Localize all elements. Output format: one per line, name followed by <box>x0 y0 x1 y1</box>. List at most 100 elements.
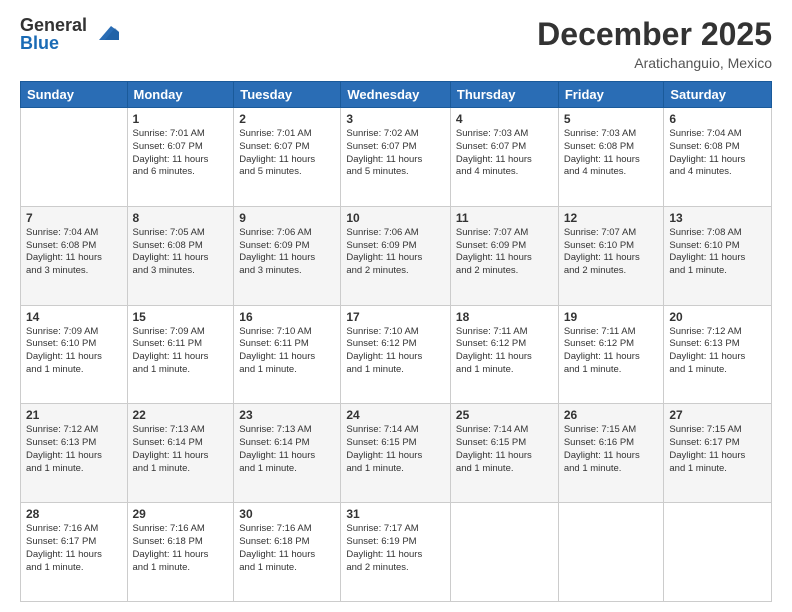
day-info: Sunrise: 7:06 AM Sunset: 6:09 PM Dayligh… <box>346 227 445 278</box>
day-cell: 26 Sunrise: 7:15 AM Sunset: 6:16 PM Dayli… <box>558 404 664 503</box>
logo-icon <box>91 18 119 46</box>
day-number: 12 <box>564 211 659 225</box>
day-number: 30 <box>239 507 335 521</box>
title-block: December 2025 Aratichanguio, Mexico <box>537 16 772 71</box>
col-header-monday: Monday <box>127 82 234 108</box>
day-info: Sunrise: 7:17 AM Sunset: 6:19 PM Dayligh… <box>346 523 445 574</box>
day-number: 18 <box>456 310 553 324</box>
day-cell: 19Sunrise: 7:11 AM Sunset: 6:12 PM Dayli… <box>558 305 664 404</box>
day-cell: 23Sunrise: 7:13 AM Sunset: 6:14 PM Dayli… <box>234 404 341 503</box>
day-cell <box>21 108 128 207</box>
day-info: Sunrise: 7:05 AM Sunset: 6:08 PM Dayligh… <box>133 227 229 278</box>
day-number: 28 <box>26 507 122 521</box>
day-info: Sunrise: 7:15 AM Sunset: 6:16 PM Dayligh… <box>564 424 659 475</box>
day-number: 31 <box>346 507 445 521</box>
day-number: 11 <box>456 211 553 225</box>
day-number: 1 <box>133 112 229 126</box>
day-info: Sunrise: 7:11 AM Sunset: 6:12 PM Dayligh… <box>456 326 553 377</box>
day-number: 9 <box>239 211 335 225</box>
col-header-saturday: Saturday <box>664 82 772 108</box>
day-cell <box>450 503 558 602</box>
col-header-sunday: Sunday <box>21 82 128 108</box>
day-number: 22 <box>133 408 229 422</box>
day-cell: 22 Sunrise: 7:13 AM Sunset: 6:14 PM Dayli… <box>127 404 234 503</box>
day-info: Sunrise: 7:14 AM Sunset: 6:15 PM Dayligh… <box>346 424 445 475</box>
day-info: Sunrise: 7:16 AM Sunset: 6:18 PM Dayligh… <box>239 523 335 574</box>
day-cell: 8Sunrise: 7:05 AM Sunset: 6:08 PM Daylig… <box>127 206 234 305</box>
calendar-header-row: SundayMondayTuesdayWednesdayThursdayFrid… <box>21 82 772 108</box>
day-number: 16 <box>239 310 335 324</box>
location: Aratichanguio, Mexico <box>537 55 772 71</box>
logo: General Blue <box>20 16 119 52</box>
day-cell: 17 Sunrise: 7:10 AM Sunset: 6:12 PM Dayli… <box>341 305 451 404</box>
day-number: 19 <box>564 310 659 324</box>
day-info: Sunrise: 7:03 AM Sunset: 6:07 PM Dayligh… <box>456 128 553 179</box>
day-info: Sunrise: 7:07 AM Sunset: 6:09 PM Dayligh… <box>456 227 553 278</box>
day-info: Sunrise: 7:07 AM Sunset: 6:10 PM Dayligh… <box>564 227 659 278</box>
day-info: Sunrise: 7:12 AM Sunset: 6:13 PM Dayligh… <box>26 424 122 475</box>
day-cell: 10 Sunrise: 7:06 AM Sunset: 6:09 PM Dayli… <box>341 206 451 305</box>
day-cell: 6 Sunrise: 7:04 AM Sunset: 6:08 PM Daylig… <box>664 108 772 207</box>
day-cell: 30 Sunrise: 7:16 AM Sunset: 6:18 PM Dayli… <box>234 503 341 602</box>
day-info: Sunrise: 7:10 AM Sunset: 6:12 PM Dayligh… <box>346 326 445 377</box>
col-header-friday: Friday <box>558 82 664 108</box>
day-cell: 21Sunrise: 7:12 AM Sunset: 6:13 PM Dayli… <box>21 404 128 503</box>
day-cell: 14Sunrise: 7:09 AM Sunset: 6:10 PM Dayli… <box>21 305 128 404</box>
day-cell: 4Sunrise: 7:03 AM Sunset: 6:07 PM Daylig… <box>450 108 558 207</box>
day-cell: 16Sunrise: 7:10 AM Sunset: 6:11 PM Dayli… <box>234 305 341 404</box>
day-cell: 31 Sunrise: 7:17 AM Sunset: 6:19 PM Dayli… <box>341 503 451 602</box>
day-cell <box>664 503 772 602</box>
day-cell: 28 Sunrise: 7:16 AM Sunset: 6:17 PM Dayli… <box>21 503 128 602</box>
day-number: 10 <box>346 211 445 225</box>
day-number: 15 <box>133 310 229 324</box>
day-info: Sunrise: 7:16 AM Sunset: 6:18 PM Dayligh… <box>133 523 229 574</box>
day-number: 20 <box>669 310 766 324</box>
day-cell: 11 Sunrise: 7:07 AM Sunset: 6:09 PM Dayli… <box>450 206 558 305</box>
month-title: December 2025 <box>537 16 772 53</box>
day-info: Sunrise: 7:06 AM Sunset: 6:09 PM Dayligh… <box>239 227 335 278</box>
day-cell: 29Sunrise: 7:16 AM Sunset: 6:18 PM Dayli… <box>127 503 234 602</box>
week-row-4: 21Sunrise: 7:12 AM Sunset: 6:13 PM Dayli… <box>21 404 772 503</box>
day-number: 2 <box>239 112 335 126</box>
week-row-1: 1 Sunrise: 7:01 AM Sunset: 6:07 PM Daylig… <box>21 108 772 207</box>
logo-general: General <box>20 16 87 34</box>
day-cell: 9 Sunrise: 7:06 AM Sunset: 6:09 PM Daylig… <box>234 206 341 305</box>
day-info: Sunrise: 7:14 AM Sunset: 6:15 PM Dayligh… <box>456 424 553 475</box>
day-cell: 18 Sunrise: 7:11 AM Sunset: 6:12 PM Dayli… <box>450 305 558 404</box>
day-cell <box>558 503 664 602</box>
day-info: Sunrise: 7:04 AM Sunset: 6:08 PM Dayligh… <box>669 128 766 179</box>
day-number: 24 <box>346 408 445 422</box>
col-header-tuesday: Tuesday <box>234 82 341 108</box>
day-number: 6 <box>669 112 766 126</box>
day-number: 25 <box>456 408 553 422</box>
day-cell: 24 Sunrise: 7:14 AM Sunset: 6:15 PM Dayli… <box>341 404 451 503</box>
day-number: 26 <box>564 408 659 422</box>
day-info: Sunrise: 7:01 AM Sunset: 6:07 PM Dayligh… <box>133 128 229 179</box>
day-cell: 12 Sunrise: 7:07 AM Sunset: 6:10 PM Dayli… <box>558 206 664 305</box>
day-cell: 15Sunrise: 7:09 AM Sunset: 6:11 PM Dayli… <box>127 305 234 404</box>
day-info: Sunrise: 7:02 AM Sunset: 6:07 PM Dayligh… <box>346 128 445 179</box>
day-info: Sunrise: 7:13 AM Sunset: 6:14 PM Dayligh… <box>133 424 229 475</box>
day-info: Sunrise: 7:03 AM Sunset: 6:08 PM Dayligh… <box>564 128 659 179</box>
day-cell: 27 Sunrise: 7:15 AM Sunset: 6:17 PM Dayli… <box>664 404 772 503</box>
day-number: 27 <box>669 408 766 422</box>
logo-blue: Blue <box>20 34 87 52</box>
day-cell: 25 Sunrise: 7:14 AM Sunset: 6:15 PM Dayli… <box>450 404 558 503</box>
week-row-3: 14Sunrise: 7:09 AM Sunset: 6:10 PM Dayli… <box>21 305 772 404</box>
day-number: 17 <box>346 310 445 324</box>
day-cell: 5Sunrise: 7:03 AM Sunset: 6:08 PM Daylig… <box>558 108 664 207</box>
day-cell: 13Sunrise: 7:08 AM Sunset: 6:10 PM Dayli… <box>664 206 772 305</box>
day-info: Sunrise: 7:16 AM Sunset: 6:17 PM Dayligh… <box>26 523 122 574</box>
day-info: Sunrise: 7:13 AM Sunset: 6:14 PM Dayligh… <box>239 424 335 475</box>
header: General Blue December 2025 Aratichanguio… <box>20 16 772 71</box>
day-number: 3 <box>346 112 445 126</box>
week-row-2: 7Sunrise: 7:04 AM Sunset: 6:08 PM Daylig… <box>21 206 772 305</box>
week-row-5: 28 Sunrise: 7:16 AM Sunset: 6:17 PM Dayli… <box>21 503 772 602</box>
day-info: Sunrise: 7:15 AM Sunset: 6:17 PM Dayligh… <box>669 424 766 475</box>
day-info: Sunrise: 7:09 AM Sunset: 6:10 PM Dayligh… <box>26 326 122 377</box>
day-info: Sunrise: 7:04 AM Sunset: 6:08 PM Dayligh… <box>26 227 122 278</box>
col-header-thursday: Thursday <box>450 82 558 108</box>
day-cell: 2Sunrise: 7:01 AM Sunset: 6:07 PM Daylig… <box>234 108 341 207</box>
day-number: 13 <box>669 211 766 225</box>
day-cell: 3 Sunrise: 7:02 AM Sunset: 6:07 PM Daylig… <box>341 108 451 207</box>
